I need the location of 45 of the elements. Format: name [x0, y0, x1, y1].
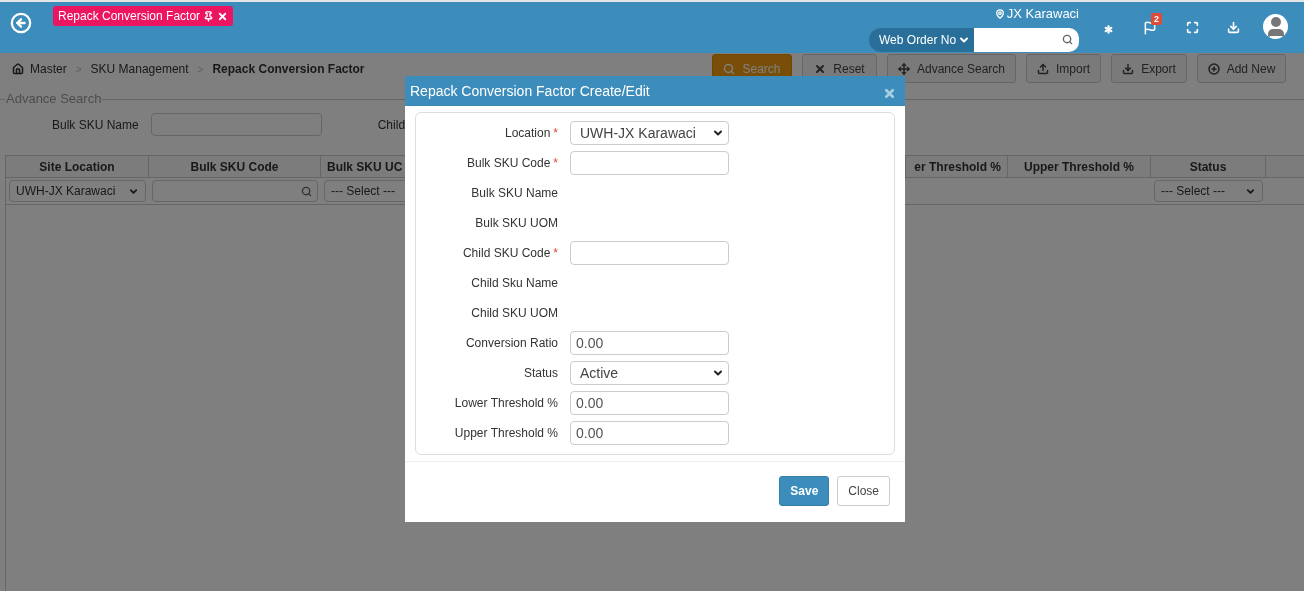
form-select[interactable]: Active [570, 361, 729, 385]
form-label: Bulk SKU Code [466, 155, 551, 172]
form-label: Status [523, 365, 558, 382]
dialog-button[interactable]: Save [779, 476, 830, 506]
form-select[interactable]: UWH-JX Karawaci [570, 121, 729, 145]
form-input[interactable]: 0.00 [570, 421, 729, 445]
form-label: Child Sku Name [471, 275, 558, 292]
column-header[interactable]: Upper Threshold % [1008, 156, 1151, 177]
breadcrumb-item[interactable]: Master [30, 60, 67, 78]
column-header[interactable]: Site Location [6, 156, 149, 177]
form-label: Location [504, 125, 551, 142]
toolbar-button[interactable]: Add New [1197, 54, 1286, 83]
required-asterisk: * [553, 155, 558, 172]
required-asterisk: * [553, 125, 558, 142]
form-label: Lower Threshold % [454, 395, 558, 412]
form-input[interactable]: 0.00 [570, 331, 729, 355]
column-header[interactable]: Bulk SKU Code [149, 156, 321, 177]
toolbar-button[interactable]: Advance Search [887, 54, 1016, 83]
location-label: JX Karawaci [1006, 5, 1079, 23]
form-label: Child SKU Code [462, 245, 551, 262]
form-label: Conversion Ratio [465, 335, 558, 352]
modal-title: Repack Conversion Factor Create/Edit [410, 81, 650, 101]
column-header[interactable]: Status [1151, 156, 1266, 177]
field-label: Child [377, 116, 406, 134]
page-tab[interactable]: Repack Conversion Factor [53, 6, 234, 26]
column-header[interactable]: er Threshold % [906, 156, 1008, 177]
breadcrumb-separator: > [197, 62, 204, 77]
notification-badge: 2 [1151, 13, 1162, 25]
toolbar-button[interactable]: Export [1111, 54, 1187, 83]
toolbar-button[interactable]: Import [1026, 54, 1101, 83]
dialog-button[interactable]: Close [837, 476, 890, 506]
form-label: Bulk SKU UOM [475, 215, 558, 232]
breadcrumb-separator: > [75, 62, 82, 77]
breadcrumb-item[interactable]: SKU Management [90, 60, 189, 78]
breadcrumb-item: Repack Conversion Factor [212, 61, 365, 78]
required-asterisk: * [553, 245, 558, 262]
form-label: Child SKU UOM [471, 305, 558, 322]
tab-label: Repack Conversion Factor [58, 8, 201, 25]
form-input[interactable]: 0.00 [570, 391, 729, 415]
field-label: Bulk SKU Name [52, 116, 139, 134]
search-scope-dropdown[interactable]: Web Order No [869, 27, 974, 52]
form-label: Bulk SKU Name [471, 185, 558, 202]
filter-select[interactable]: UWH-JX Karawaci [9, 180, 146, 202]
form-label: Upper Threshold % [454, 425, 558, 442]
filter-select[interactable]: --- Select --- [1154, 180, 1263, 202]
